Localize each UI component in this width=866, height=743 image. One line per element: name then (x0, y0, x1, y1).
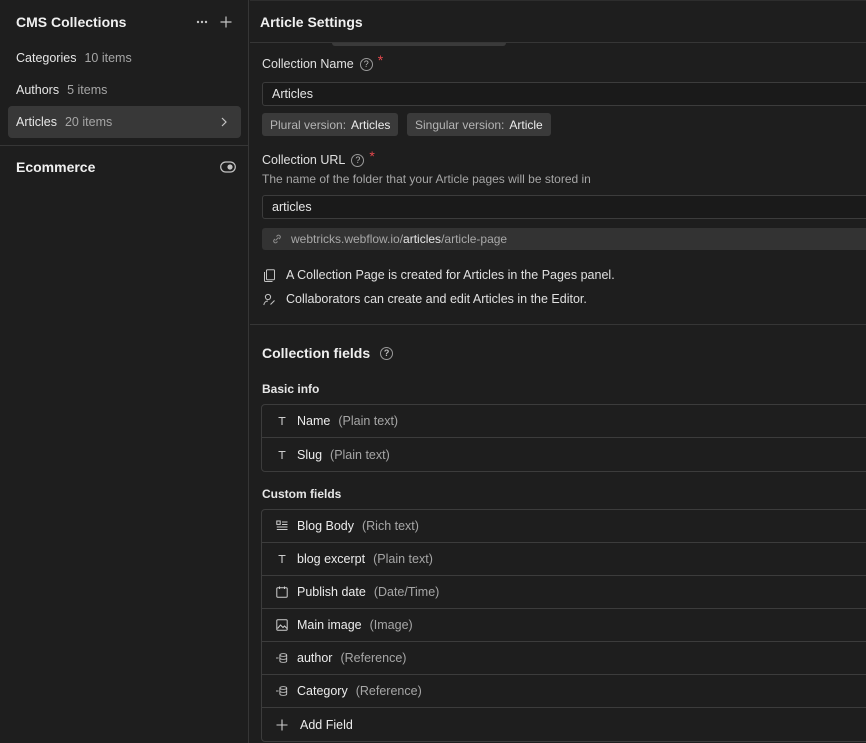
field-type: (Reference) (340, 651, 407, 665)
chip-key: Singular version: (415, 117, 505, 132)
singular-version-chip[interactable]: Singular version: Article (407, 113, 551, 136)
field-name: blog excerpt (297, 552, 366, 566)
chip-value: Articles (351, 117, 391, 132)
field-type: (Rich text) (361, 519, 419, 533)
ecommerce-section: Ecommerce (16, 157, 236, 177)
url-preview: webtricks.webflow.io/articles/article-pa… (262, 228, 866, 250)
custom-fields-label: Custom fields (262, 487, 342, 501)
collection-name-input[interactable]: Articles (262, 82, 866, 106)
chevron-right-icon (221, 117, 227, 127)
field-type: (Image) (369, 618, 413, 632)
chip-value: Article (509, 117, 543, 132)
sidebar-title: CMS Collections (16, 14, 127, 30)
editor-info: Collaborators can create and edit Articl… (263, 292, 587, 306)
text-icon (276, 553, 288, 565)
custom-fields-list: Blog Body (Rich text) blog excerpt (Plai… (261, 509, 866, 742)
collection-fields-heading: Collection fields ? (262, 345, 394, 361)
field-row-category[interactable]: Category (Reference) (262, 675, 866, 708)
field-row-author[interactable]: author (Reference) (262, 642, 866, 675)
section-title: Collection fields (262, 345, 371, 361)
field-type: (Reference) (355, 684, 422, 698)
more-options-icon[interactable] (192, 12, 212, 32)
field-type: (Date/Time) (373, 585, 440, 599)
field-row-blog-body[interactable]: Blog Body (Rich text) (262, 510, 866, 543)
field-type: (Plain text) (338, 414, 399, 428)
link-icon (273, 234, 281, 244)
field-name: Category (297, 684, 348, 698)
label-text: Collection Name (262, 57, 354, 71)
settings-panel: Article Settings Collection Name ? * Art… (250, 0, 866, 743)
sidebar-divider (0, 145, 248, 146)
add-field-button[interactable]: Add Field (262, 708, 866, 741)
field-type: (Plain text) (373, 552, 433, 566)
field-row-slug[interactable]: Slug (Plain text) (262, 438, 866, 471)
chip-key: Plural version: (270, 117, 347, 132)
scroll-shadow (332, 43, 506, 46)
basic-fields-list: Name (Plain text) Slug (Plain text) (261, 404, 866, 472)
help-icon[interactable]: ? (380, 346, 394, 360)
pages-icon (264, 268, 275, 282)
field-name: Main image (297, 618, 362, 632)
field-row-name[interactable]: Name (Plain text) (262, 405, 866, 438)
info-text: A Collection Page is created for Article… (286, 268, 615, 282)
section-divider (250, 324, 866, 325)
ecommerce-title: Ecommerce (16, 159, 96, 175)
add-collection-icon[interactable] (216, 12, 236, 32)
pages-info: A Collection Page is created for Article… (263, 268, 615, 282)
plural-version-chip[interactable]: Plural version: Articles (262, 113, 399, 136)
add-field-label: Add Field (300, 717, 353, 732)
plus-icon (276, 719, 288, 731)
toggle-icon[interactable] (220, 161, 236, 173)
field-name: Slug (297, 447, 323, 462)
collection-count: 20 items (64, 115, 113, 129)
url-folder: articles (403, 232, 442, 246)
help-icon[interactable]: ? (351, 153, 365, 167)
reference-icon (276, 652, 288, 664)
collection-item-authors[interactable]: Authors 5 items (8, 74, 241, 106)
page-title: Article Settings (260, 13, 363, 30)
text-icon (276, 415, 288, 427)
image-icon (276, 619, 288, 631)
basic-info-label: Basic info (262, 382, 320, 396)
field-name: Blog Body (297, 519, 354, 533)
collection-count: 10 items (84, 51, 132, 65)
help-icon[interactable]: ? (359, 57, 373, 71)
cms-sidebar: CMS Collections Categories 10 items Auth… (0, 0, 249, 743)
text-icon (276, 449, 288, 461)
field-type: (Plain text) (330, 447, 390, 462)
sidebar-header: CMS Collections (16, 12, 236, 32)
field-row-publish-date[interactable]: Publish date (Date/Time) (262, 576, 866, 609)
collection-item-articles[interactable]: Articles 20 items (8, 106, 241, 138)
required-marker: * (369, 148, 375, 164)
collection-name: Categories (16, 51, 77, 65)
calendar-icon (276, 586, 288, 598)
url-hint: The name of the folder that your Article… (262, 172, 591, 186)
info-text: Collaborators can create and edit Articl… (286, 292, 587, 306)
url-page: /article-page (441, 232, 508, 246)
label-text: Collection URL (262, 153, 346, 167)
field-name: Name (297, 414, 331, 428)
reference-icon (276, 685, 288, 697)
collection-url-input[interactable]: articles (262, 195, 866, 219)
rich-text-icon (276, 520, 288, 532)
collection-name: Authors (16, 83, 60, 97)
collection-item-categories[interactable]: Categories 10 items (8, 42, 241, 74)
field-row-blog-excerpt[interactable]: blog excerpt (Plain text) (262, 543, 866, 576)
field-row-main-image[interactable]: Main image (Image) (262, 609, 866, 642)
collection-name: Articles (16, 115, 57, 129)
collection-count: 5 items (67, 83, 108, 97)
collection-name-label: Collection Name ? * (262, 52, 383, 72)
settings-header: Article Settings (250, 0, 866, 43)
url-domain: webtricks.webflow.io/ (291, 232, 404, 246)
collection-url-label: Collection URL ? * (262, 148, 375, 168)
field-name: Publish date (297, 585, 366, 599)
field-name: author (297, 651, 333, 665)
collaborator-icon (263, 293, 275, 305)
required-marker: * (377, 52, 384, 68)
